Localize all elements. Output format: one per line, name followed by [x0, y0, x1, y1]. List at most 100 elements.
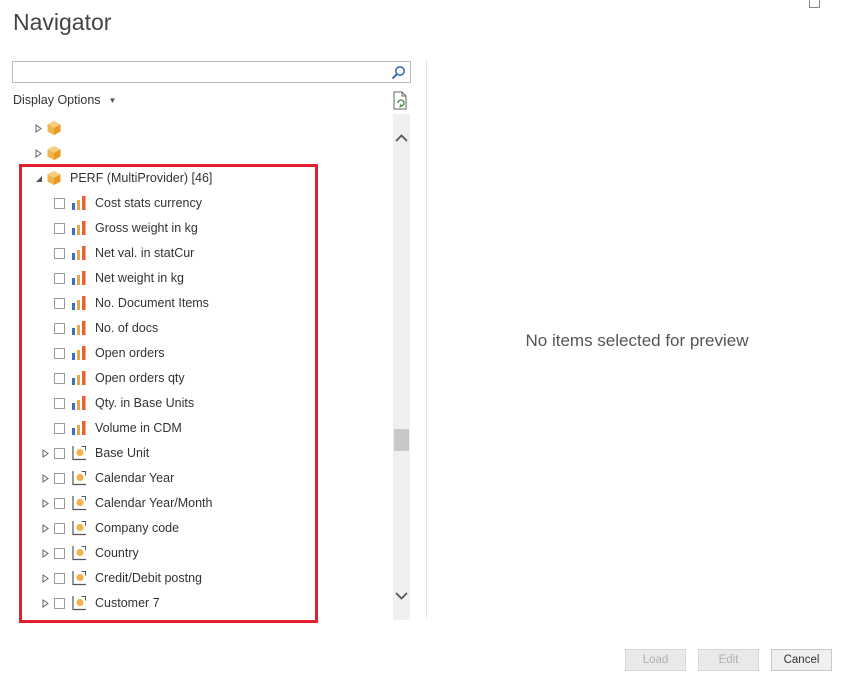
scroll-down-arrow-icon[interactable]	[393, 588, 410, 604]
scroll-up-arrow-icon[interactable]	[393, 130, 410, 146]
search-icon[interactable]	[391, 65, 406, 80]
measure-item[interactable]: No. of docs	[0, 316, 393, 341]
item-checkbox[interactable]	[54, 398, 65, 409]
expand-arrow-icon[interactable]	[41, 599, 50, 608]
tree-item-label: Gross weight in kg	[95, 221, 198, 235]
bar-chart-icon	[71, 320, 87, 336]
refresh-document-icon[interactable]	[392, 91, 409, 110]
preview-empty-message: No items selected for preview	[525, 331, 749, 350]
tree-item-label: Net val. in statCur	[95, 246, 195, 260]
dimension-icon	[71, 470, 87, 486]
tree-item-label: Qty. in Base Units	[95, 396, 195, 410]
bar-chart-icon	[71, 220, 87, 236]
dimension-item[interactable]: Customer 7	[0, 591, 393, 616]
tree-item-label: Calendar Year	[95, 471, 175, 485]
expand-arrow-icon[interactable]	[41, 574, 50, 583]
item-checkbox[interactable]	[54, 223, 65, 234]
item-checkbox[interactable]	[54, 298, 65, 309]
cube-icon	[46, 145, 62, 161]
item-checkbox[interactable]	[54, 373, 65, 384]
dimension-icon	[71, 495, 87, 511]
item-checkbox[interactable]	[54, 248, 65, 259]
tree-item-label: No. of docs	[95, 321, 159, 335]
expand-arrow-icon[interactable]	[41, 524, 50, 533]
cube-icon	[46, 170, 62, 186]
collapse-arrow-icon[interactable]	[34, 174, 43, 183]
tree-item-label: Calendar Year/Month	[95, 496, 213, 510]
bar-chart-icon	[71, 245, 87, 261]
tree-item-label: Customer 7	[95, 596, 160, 610]
dimension-item[interactable]: Country	[0, 541, 393, 566]
measure-item[interactable]: No. Document Items	[0, 291, 393, 316]
tree-node-collapsed[interactable]	[0, 141, 393, 166]
tree-node-perf[interactable]: PERF (MultiProvider) [46]	[0, 166, 393, 191]
item-checkbox[interactable]	[54, 523, 65, 534]
dimension-icon	[71, 445, 87, 461]
cancel-button[interactable]: Cancel	[771, 649, 832, 671]
caret-down-icon: ▼	[108, 95, 117, 105]
item-checkbox[interactable]	[54, 198, 65, 209]
tree-item-label: Company code	[95, 521, 180, 535]
tree-item-label: Open orders	[95, 346, 165, 360]
item-checkbox[interactable]	[54, 348, 65, 359]
bar-chart-icon	[71, 370, 87, 386]
dimension-item[interactable]: Calendar Year	[0, 466, 393, 491]
bar-chart-icon	[71, 395, 87, 411]
dimension-item[interactable]: Company code	[0, 516, 393, 541]
tree-item-label: Base Unit	[95, 446, 150, 460]
item-checkbox[interactable]	[54, 598, 65, 609]
display-options-label: Display Options	[13, 93, 101, 107]
load-button[interactable]: Load	[625, 649, 686, 671]
tree-scrollbar[interactable]	[393, 114, 410, 620]
expand-arrow-icon[interactable]	[34, 124, 43, 133]
dimension-item[interactable]: Credit/Debit postng	[0, 566, 393, 591]
item-checkbox[interactable]	[54, 548, 65, 559]
item-checkbox[interactable]	[54, 423, 65, 434]
expand-arrow-icon[interactable]	[41, 474, 50, 483]
tree-item-label: Country	[95, 546, 139, 560]
tree-item-label: No. Document Items	[95, 296, 209, 310]
tree-node-collapsed[interactable]	[0, 116, 393, 141]
tree-item-label: PERF (MultiProvider) [46]	[70, 171, 213, 185]
measure-item[interactable]: Cost stats currency	[0, 191, 393, 216]
expand-arrow-icon[interactable]	[41, 449, 50, 458]
measure-item[interactable]: Open orders	[0, 341, 393, 366]
dimension-icon	[71, 520, 87, 536]
item-checkbox[interactable]	[54, 323, 65, 334]
item-checkbox[interactable]	[54, 498, 65, 509]
search-box	[12, 61, 411, 83]
expand-arrow-icon[interactable]	[41, 499, 50, 508]
tree-item-label: Volume in CDM	[95, 421, 182, 435]
dimension-item[interactable]: Base Unit	[0, 441, 393, 466]
expand-arrow-icon[interactable]	[41, 549, 50, 558]
edit-button[interactable]: Edit	[698, 649, 759, 671]
measure-item[interactable]: Volume in CDM	[0, 416, 393, 441]
item-checkbox[interactable]	[54, 473, 65, 484]
dimension-icon	[71, 570, 87, 586]
search-input[interactable]	[13, 62, 383, 82]
dimension-icon	[71, 545, 87, 561]
cube-icon	[46, 120, 62, 136]
expand-arrow-icon[interactable]	[34, 149, 43, 158]
dimension-icon	[71, 595, 87, 611]
tree-item-label: Credit/Debit postng	[95, 571, 203, 585]
dimension-item[interactable]: Calendar Year/Month	[0, 491, 393, 516]
dialog-title: Navigator	[13, 9, 112, 35]
item-checkbox[interactable]	[54, 573, 65, 584]
bar-chart-icon	[71, 295, 87, 311]
bar-chart-icon	[71, 345, 87, 361]
measure-item[interactable]: Gross weight in kg	[0, 216, 393, 241]
bar-chart-icon	[71, 420, 87, 436]
measure-item[interactable]: Net weight in kg	[0, 266, 393, 291]
window-control[interactable]	[809, 0, 820, 8]
tree-item-label: Open orders qty	[95, 371, 185, 385]
scrollbar-thumb[interactable]	[394, 429, 409, 451]
item-checkbox[interactable]	[54, 273, 65, 284]
bar-chart-icon	[71, 195, 87, 211]
measure-item[interactable]: Net val. in statCur	[0, 241, 393, 266]
item-checkbox[interactable]	[54, 448, 65, 459]
tree-item-label: Cost stats currency	[95, 196, 202, 210]
measure-item[interactable]: Open orders qty	[0, 366, 393, 391]
display-options-dropdown[interactable]: Display Options ▼	[13, 93, 116, 107]
measure-item[interactable]: Qty. in Base Units	[0, 391, 393, 416]
